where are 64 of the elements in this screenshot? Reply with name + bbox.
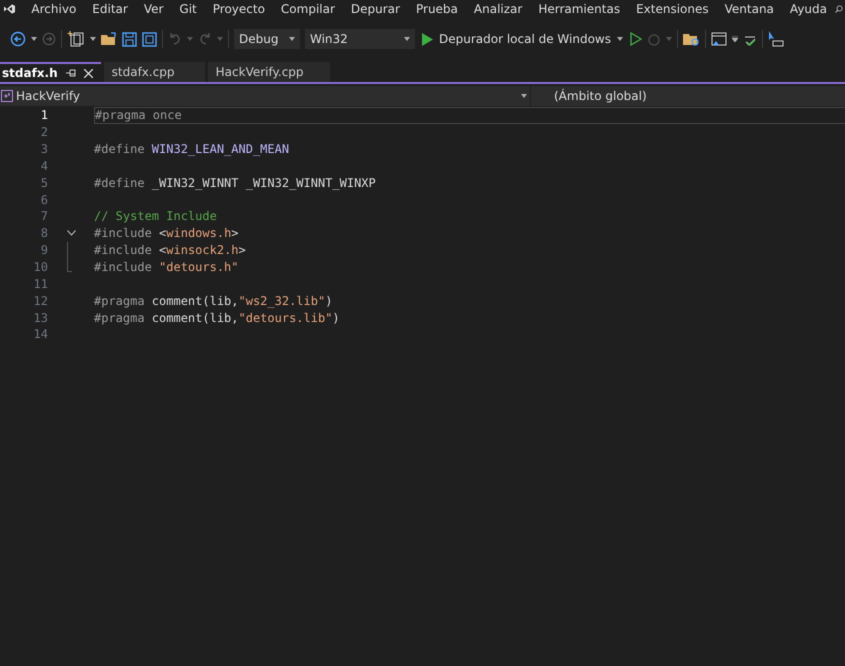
caret-icon bbox=[617, 37, 623, 41]
menu-item[interactable]: Analizar bbox=[466, 2, 530, 16]
code-line: #include <windows.h> bbox=[94, 226, 239, 240]
menu-item[interactable]: Prueba bbox=[408, 2, 466, 16]
line-number: 1 bbox=[40, 108, 48, 122]
close-icon[interactable] bbox=[84, 68, 93, 78]
line-number: 4 bbox=[40, 158, 48, 173]
line-number: 13 bbox=[32, 310, 48, 325]
folder-search-icon[interactable] bbox=[683, 32, 700, 46]
line-number: 7 bbox=[40, 209, 48, 224]
pointer-icon[interactable] bbox=[768, 31, 784, 47]
code-line: #pragma comment(lib,"ws2_32.lib") bbox=[94, 294, 332, 308]
code-line: #include <winsock2.h> bbox=[94, 243, 246, 258]
play-icon bbox=[422, 32, 433, 46]
file-tab[interactable]: stdafx.cpp bbox=[104, 62, 205, 82]
code-line: #pragma comment(lib,"detours.lib") bbox=[94, 310, 340, 325]
line-number: 3 bbox=[40, 142, 48, 156]
line-number: 2 bbox=[40, 125, 48, 140]
menu-item[interactable]: Depurar bbox=[342, 2, 408, 16]
scope-dropdown[interactable]: (Ámbito global) bbox=[530, 86, 650, 106]
menu-item[interactable]: Proyecto bbox=[204, 2, 273, 16]
menu-item[interactable]: Editar bbox=[84, 2, 136, 16]
caret-icon bbox=[289, 37, 295, 41]
menu-item[interactable]: Ver bbox=[136, 2, 172, 16]
menu-item[interactable]: Archivo bbox=[23, 2, 84, 16]
caret-icon bbox=[521, 94, 527, 98]
line-number: 12 bbox=[32, 294, 48, 308]
code-line: #pragma once bbox=[95, 108, 182, 122]
menu-item[interactable]: Compilar bbox=[272, 2, 343, 16]
line-number: 9 bbox=[40, 243, 48, 258]
platform-dropdown[interactable]: Win32 bbox=[305, 29, 415, 49]
save-all-icon[interactable] bbox=[142, 32, 157, 46]
configuration-dropdown[interactable]: Debug bbox=[234, 29, 300, 49]
caret-icon[interactable] bbox=[732, 36, 738, 42]
menu-item[interactable]: Git bbox=[171, 2, 205, 16]
save-icon[interactable] bbox=[122, 32, 137, 46]
menu-item[interactable]: Ayuda bbox=[782, 2, 835, 16]
caret-icon bbox=[404, 37, 410, 41]
collapse-icon[interactable] bbox=[66, 230, 76, 236]
file-tab[interactable]: HackVerify.cpp bbox=[208, 62, 330, 82]
line-number: 5 bbox=[40, 176, 48, 190]
line-number: 14 bbox=[32, 327, 48, 342]
caret-icon[interactable] bbox=[90, 37, 96, 41]
line-number: 10 bbox=[32, 260, 48, 274]
menu-item[interactable]: Extensiones bbox=[628, 2, 717, 16]
code-line: #define _WIN32_WINNT _WIN32_WINNT_WINXP bbox=[94, 176, 376, 190]
menu-item[interactable]: Ventana bbox=[716, 2, 782, 16]
line-number: 11 bbox=[32, 276, 48, 291]
run-debugger-button[interactable]: Depurador local de Windows bbox=[420, 32, 625, 46]
project-icon bbox=[1, 90, 13, 102]
back-icon[interactable] bbox=[10, 31, 26, 47]
new-item-icon[interactable] bbox=[67, 31, 85, 47]
project-dropdown[interactable]: HackVerify bbox=[0, 86, 530, 106]
code-line: #include "detours.h" bbox=[94, 260, 239, 274]
code-line: // System Include bbox=[94, 209, 217, 224]
caret-icon[interactable] bbox=[31, 37, 37, 41]
start-without-debugging-icon[interactable] bbox=[630, 32, 642, 46]
code-line: #define WIN32_LEAN_AND_MEAN bbox=[94, 142, 290, 156]
menu-item[interactable]: Herramientas bbox=[530, 2, 628, 16]
folder-icon[interactable] bbox=[101, 32, 117, 46]
line-number: 6 bbox=[40, 192, 48, 207]
line-number: 8 bbox=[40, 226, 48, 240]
window-icon[interactable] bbox=[711, 32, 727, 46]
pin-icon[interactable] bbox=[66, 69, 76, 77]
